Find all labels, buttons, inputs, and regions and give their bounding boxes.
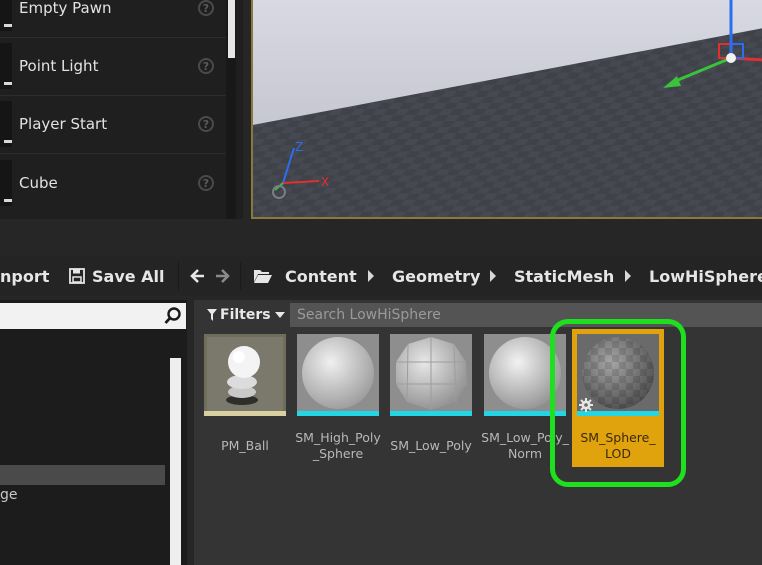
asset-type-bar xyxy=(204,411,286,416)
asset-name-line2: _Sphere xyxy=(312,446,364,461)
asset-type-bar xyxy=(390,411,472,416)
question-circle-icon[interactable]: ? xyxy=(198,0,214,16)
search-icon[interactable] xyxy=(164,307,182,325)
chevron-down-icon xyxy=(274,312,285,318)
empty-pawn-thumbnail xyxy=(0,0,12,31)
place-actors-panel: Empty Pawn ? Point Light ? Player Start … xyxy=(0,0,243,219)
level-viewport[interactable]: Z X xyxy=(251,0,762,219)
breadcrumb-lowhisphere[interactable]: LowHiSphere xyxy=(649,256,762,296)
actor-item-label: Cube xyxy=(19,174,58,192)
viewport-scene xyxy=(253,0,762,217)
row-divider xyxy=(0,37,228,38)
asset-thumbnail xyxy=(204,334,286,416)
asset-name-line1: PM_Ball xyxy=(221,438,269,453)
folder-open-icon xyxy=(253,268,273,284)
breadcrumb-content[interactable]: Content xyxy=(285,256,357,296)
point-light-thumbnail xyxy=(0,43,12,89)
filters-label: Filters xyxy=(220,307,271,323)
save-icon xyxy=(69,268,85,284)
scrollbar-thumb[interactable] xyxy=(228,0,235,58)
toolbar-separator xyxy=(178,262,179,290)
breadcrumb-chevron-icon[interactable] xyxy=(368,270,374,282)
forward-arrow-icon[interactable] xyxy=(214,268,230,284)
asset-thumbnail xyxy=(390,334,472,416)
toolbar-separator xyxy=(240,262,241,290)
content-browser-toolbar: nport Save All Content Geometry StaticMe… xyxy=(0,256,762,296)
actor-item-player-start[interactable]: Player Start ? xyxy=(0,97,228,151)
actor-item-label: Player Start xyxy=(19,115,108,133)
sources-selected-row[interactable] xyxy=(0,465,165,485)
axis-label-x: X xyxy=(321,175,330,189)
question-circle-icon[interactable]: ? xyxy=(198,116,214,132)
filter-funnel-icon xyxy=(207,309,217,321)
actor-item-empty-pawn[interactable]: Empty Pawn ? xyxy=(0,0,228,35)
breadcrumb-chevron-icon[interactable] xyxy=(490,270,496,282)
actor-item-label: Point Light xyxy=(19,57,99,75)
sources-scrollbar-thumb[interactable] xyxy=(170,358,181,565)
row-divider xyxy=(0,153,228,154)
filters-button[interactable]: Filters xyxy=(207,304,285,326)
sources-search-input[interactable] xyxy=(0,303,186,329)
sources-panel xyxy=(0,300,187,565)
highlight-annotation-ring xyxy=(550,319,686,487)
actor-item-point-light[interactable]: Point Light ? xyxy=(0,39,228,93)
import-button[interactable]: nport xyxy=(0,256,49,296)
breadcrumb-geometry[interactable]: Geometry xyxy=(392,256,480,296)
actor-item-cube[interactable]: Cube ? xyxy=(0,156,228,210)
asset-name-line1: SM_Low_Poly xyxy=(390,438,472,453)
asset-search-input[interactable]: Search LowHiSphere xyxy=(290,303,762,327)
axis-label-z: Z xyxy=(295,140,304,154)
asset-name-line1: SM_High_Poly xyxy=(295,430,381,445)
back-arrow-icon[interactable] xyxy=(190,268,206,284)
player-start-thumbnail xyxy=(0,101,12,147)
actor-item-label: Empty Pawn xyxy=(19,0,112,17)
cube-thumbnail xyxy=(0,160,12,206)
question-circle-icon[interactable]: ? xyxy=(198,58,214,74)
sources-item-label[interactable]: ge xyxy=(0,487,18,503)
breadcrumb-chevron-icon[interactable] xyxy=(625,270,631,282)
breadcrumb-staticmesh[interactable]: StaticMesh xyxy=(514,256,614,296)
question-circle-icon[interactable]: ? xyxy=(198,175,214,191)
asset-type-bar xyxy=(297,411,379,416)
asset-thumbnail xyxy=(297,334,379,416)
save-all-button[interactable]: Save All xyxy=(92,256,165,296)
row-divider xyxy=(0,95,228,96)
